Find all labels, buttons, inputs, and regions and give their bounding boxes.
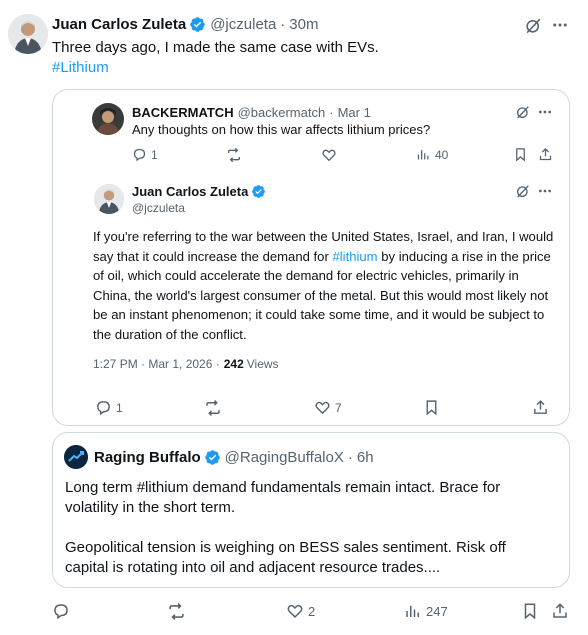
main-views-count: 247 <box>426 603 448 619</box>
reply-reply-count: 1 <box>116 400 123 415</box>
grok-icon[interactable] <box>514 182 532 200</box>
parent-views-count: 40 <box>435 147 449 162</box>
reply-icon <box>132 147 147 162</box>
verified-badge-icon <box>189 16 206 33</box>
like-icon <box>286 602 304 620</box>
reply-reply-button[interactable]: 1 <box>95 399 123 416</box>
reply-views-number: 242 <box>223 357 244 371</box>
reply-icon <box>95 399 112 416</box>
main-like-button[interactable]: 2 <box>286 602 315 620</box>
quote-author-handle[interactable]: @RagingBuffaloX <box>225 449 344 466</box>
more-icon[interactable] <box>550 15 570 35</box>
reply-author-name[interactable]: Juan Carlos Zuleta <box>132 184 248 199</box>
parent-author-handle[interactable]: @backermatch <box>238 105 326 120</box>
share-icon <box>538 147 553 162</box>
reply-author-avatar[interactable] <box>94 184 124 214</box>
repost-icon <box>204 399 222 417</box>
repost-icon <box>167 602 186 621</box>
reply-post-text: If you're referring to the war between t… <box>93 227 555 344</box>
main-views-button[interactable]: 247 <box>404 602 448 620</box>
parent-author-avatar[interactable] <box>92 103 124 135</box>
like-icon <box>321 147 337 163</box>
separator: · <box>280 15 286 33</box>
separator: · <box>329 104 334 120</box>
reply-repost-button[interactable] <box>204 399 222 417</box>
parent-share-button[interactable] <box>538 147 553 162</box>
main-author-name[interactable]: Juan Carlos Zuleta <box>52 16 186 33</box>
parent-post-text: Any thoughts on how this war affects lit… <box>132 122 431 137</box>
main-post-hashtag[interactable]: #Lithium <box>52 58 109 78</box>
reply-like-button[interactable]: 7 <box>314 399 342 416</box>
reply-icon <box>52 602 70 620</box>
grok-icon[interactable] <box>514 103 532 121</box>
main-author-avatar[interactable] <box>8 14 48 54</box>
grok-icon[interactable] <box>523 15 543 35</box>
parent-author-name[interactable]: BACKERMATCH <box>132 105 234 120</box>
reply-like-count: 7 <box>335 400 342 415</box>
bookmark-icon <box>513 147 528 162</box>
reply-bookmark-button[interactable] <box>423 399 440 416</box>
parent-reply-button[interactable]: 1 <box>132 147 158 162</box>
views-icon <box>404 602 422 620</box>
parent-date[interactable]: Mar 1 <box>338 105 371 120</box>
quote-time[interactable]: 6h <box>357 449 374 466</box>
parent-reply-count: 1 <box>151 147 158 162</box>
quote-author-avatar[interactable] <box>64 445 88 469</box>
more-icon[interactable] <box>536 103 554 121</box>
more-icon[interactable] <box>536 182 554 200</box>
parent-bookmark-button[interactable] <box>513 147 528 162</box>
views-icon <box>416 147 431 162</box>
bookmark-icon <box>521 602 539 620</box>
main-bookmark-button[interactable] <box>521 602 539 620</box>
main-author-handle[interactable]: @jczuleta <box>210 16 276 33</box>
verified-badge-icon <box>204 449 221 466</box>
bookmark-icon <box>423 399 440 416</box>
main-like-count: 2 <box>308 603 316 619</box>
main-repost-button[interactable] <box>167 602 186 621</box>
reply-views-label: Views <box>246 357 279 371</box>
post-time[interactable]: 30m <box>289 16 318 33</box>
quoted-thread-card[interactable]: BACKERMATCH @backermatch · Mar 1 Any tho… <box>52 89 570 426</box>
quote-paragraph-2: Geopolitical tension is weighing on BESS… <box>65 539 506 576</box>
reply-lithium-hashtag[interactable]: #lithium <box>332 249 377 264</box>
reply-author-handle[interactable]: @jczuleta <box>132 201 185 215</box>
repost-icon <box>226 147 242 163</box>
parent-like-button[interactable] <box>321 147 337 163</box>
quote-author-name[interactable]: Raging Buffalo <box>94 449 201 466</box>
main-share-button[interactable] <box>551 602 569 620</box>
parent-views-button[interactable]: 40 <box>416 147 448 162</box>
main-reply-button[interactable] <box>52 602 70 620</box>
main-post-text: Three days ago, I made the same case wit… <box>52 39 379 56</box>
share-icon <box>532 399 549 416</box>
verified-badge-icon <box>251 184 266 199</box>
quote-card[interactable]: Raging Buffalo @RagingBuffaloX · 6h Long… <box>52 432 570 588</box>
quote-paragraph-1: Long term #lithium demand fundamentals r… <box>65 479 501 516</box>
share-icon <box>551 602 569 620</box>
parent-repost-button[interactable] <box>226 147 242 163</box>
separator: · <box>347 448 353 466</box>
like-icon <box>314 399 331 416</box>
reply-share-button[interactable] <box>532 399 549 416</box>
reply-timestamp[interactable]: 1:27 PM · Mar 1, 2026 · <box>93 357 220 371</box>
